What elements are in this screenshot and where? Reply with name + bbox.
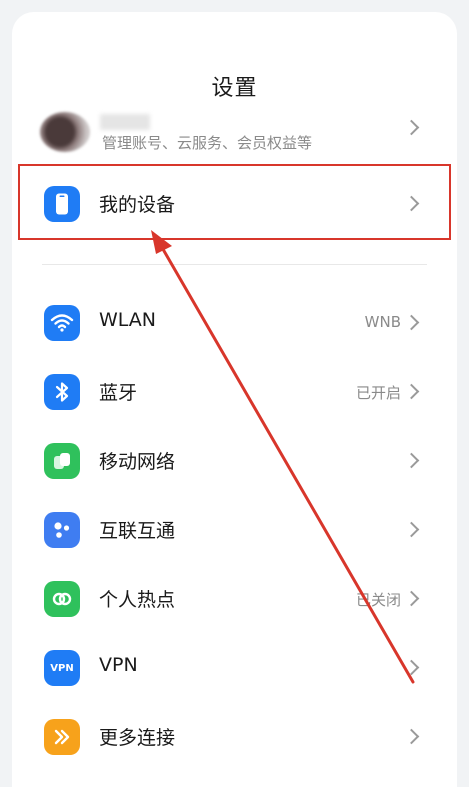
bluetooth-value: 已开启 (355, 384, 401, 402)
more-connections-icon (44, 719, 80, 755)
mobile-network-row[interactable]: 移动网络 (0, 431, 469, 493)
interconnect-icon (44, 512, 80, 548)
vpn-row[interactable]: VPN VPN (0, 638, 469, 700)
wlan-label: WLAN (99, 309, 157, 331)
wifi-icon (44, 305, 80, 341)
mobile-network-label: 移动网络 (99, 451, 176, 473)
account-name-blurred (100, 114, 150, 130)
account-subtitle: 管理账号、云服务、会员权益等 (102, 134, 313, 152)
bluetooth-row[interactable]: 蓝牙 已开启 (0, 362, 469, 424)
more-connections-label: 更多连接 (99, 727, 176, 749)
hotspot-row[interactable]: 个人热点 已关闭 (0, 569, 469, 631)
divider (42, 264, 427, 265)
annotation-highlight-box (18, 164, 451, 240)
vpn-icon-text: VPN (50, 662, 74, 674)
chevron-right-icon (403, 452, 420, 469)
hotspot-value: 已关闭 (355, 591, 401, 609)
bluetooth-icon (44, 374, 80, 410)
vpn-label: VPN (99, 654, 138, 676)
page-title: 设置 (211, 76, 258, 101)
bluetooth-label: 蓝牙 (99, 382, 138, 404)
mobile-network-icon (44, 443, 80, 479)
vpn-icon: VPN (44, 650, 80, 686)
chevron-right-icon (403, 383, 420, 400)
wlan-row[interactable]: WLAN WNB (0, 293, 469, 355)
hotspot-icon (44, 581, 80, 617)
interconnect-row[interactable]: 互联互通 (0, 500, 469, 562)
more-connections-row[interactable]: 更多连接 (0, 707, 469, 769)
chevron-right-icon (403, 119, 420, 136)
chevron-right-icon (403, 521, 420, 538)
wlan-value: WNB (364, 313, 401, 331)
chevron-right-icon (403, 314, 420, 331)
account-row[interactable]: 管理账号、云服务、会员权益等 (0, 104, 469, 154)
interconnect-label: 互联互通 (99, 520, 176, 542)
avatar (40, 112, 90, 152)
hotspot-label: 个人热点 (99, 589, 176, 611)
chevron-right-icon (403, 728, 420, 745)
chevron-right-icon (403, 659, 420, 676)
chevron-right-icon (403, 590, 420, 607)
